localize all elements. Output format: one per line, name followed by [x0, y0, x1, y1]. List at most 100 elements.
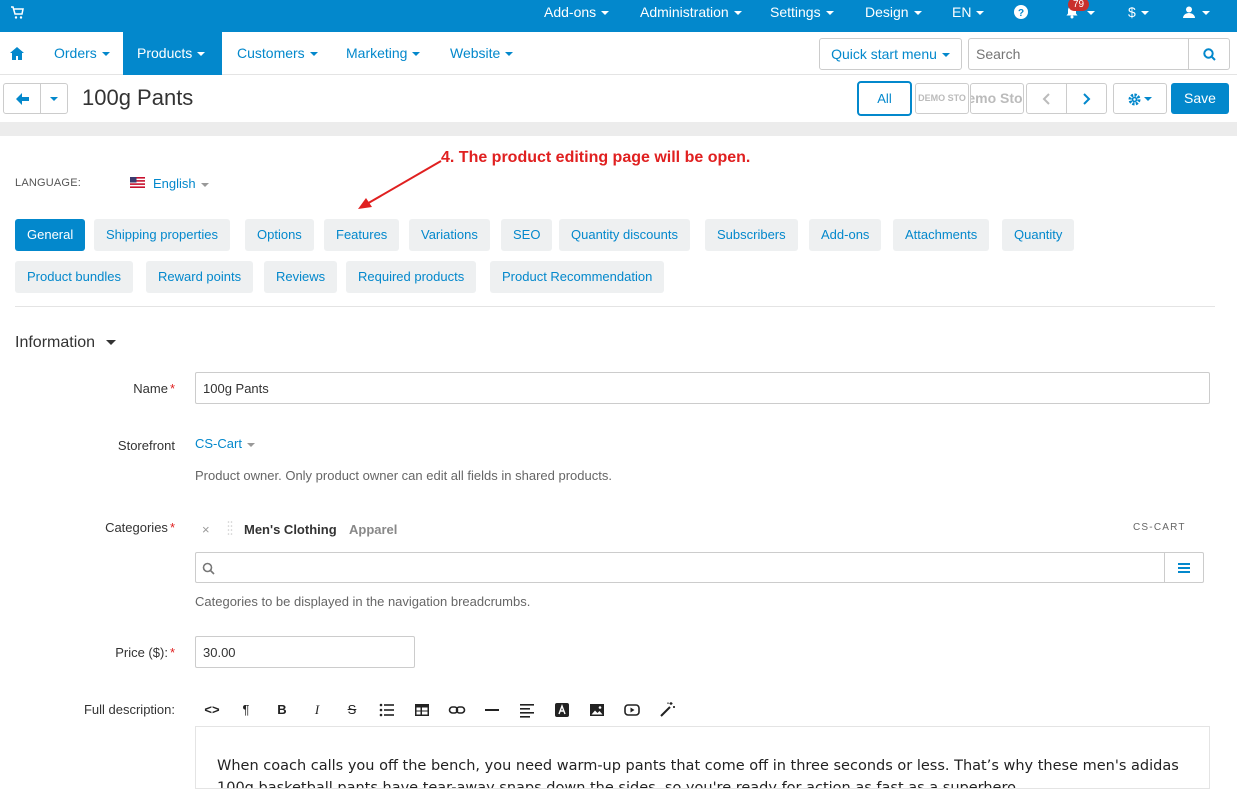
font-color-icon[interactable]: [551, 699, 573, 721]
nav-orders[interactable]: Orders: [40, 32, 124, 75]
category-name: Men's Clothing: [244, 522, 337, 537]
topnav-settings[interactable]: Settings: [770, 0, 834, 25]
search-icon: [1203, 48, 1216, 61]
tab-attachments[interactable]: Attachments: [893, 219, 990, 251]
search-button[interactable]: [1188, 38, 1230, 70]
cart-icon[interactable]: [10, 6, 24, 20]
code-view-icon[interactable]: <>: [201, 699, 223, 721]
home-icon[interactable]: [10, 47, 24, 60]
category-parent: Apparel: [349, 522, 398, 537]
unordered-list-icon[interactable]: [376, 699, 398, 721]
nav-marketing[interactable]: Marketing: [332, 32, 434, 75]
top-bar: Add-ons Administration Settings Design E…: [0, 0, 1237, 32]
italic-icon[interactable]: I: [306, 699, 328, 721]
list-icon: [1178, 563, 1190, 573]
paragraph-icon[interactable]: ¶: [235, 699, 257, 721]
us-flag-icon: [130, 177, 145, 188]
tab-seo[interactable]: SEO: [501, 219, 553, 251]
gear-caret-icon: [1144, 97, 1152, 101]
tab-addons[interactable]: Add-ons: [809, 219, 882, 251]
svg-text:?: ?: [1018, 8, 1024, 19]
remove-category-icon[interactable]: ×: [202, 522, 210, 537]
settings-dropdown-button[interactable]: [1113, 83, 1167, 114]
tab-quantity[interactable]: Quantity: [1002, 219, 1075, 251]
drag-handle-icon[interactable]: [227, 520, 233, 538]
search-icon: [202, 562, 215, 575]
image-icon[interactable]: [586, 699, 608, 721]
category-store-tag: CS-CART: [1133, 522, 1186, 533]
full-description-label: Full description:: [83, 702, 175, 717]
help-icon[interactable]: ?: [1014, 5, 1028, 19]
tab-options[interactable]: Options: [245, 219, 314, 251]
quick-start-menu-button[interactable]: Quick start menu: [819, 38, 962, 70]
table-icon[interactable]: [411, 699, 433, 721]
nav-products[interactable]: Products: [123, 32, 222, 75]
topnav-language[interactable]: EN: [952, 0, 985, 25]
bold-icon[interactable]: B: [271, 699, 293, 721]
bell-caret-icon[interactable]: [1087, 11, 1095, 15]
video-icon[interactable]: [621, 699, 643, 721]
header-divider: [0, 122, 1237, 136]
description-editor[interactable]: When coach calls you off the bench, you …: [195, 727, 1210, 789]
storefront-demo-store-button[interactable]: DEMO STO: [915, 83, 969, 114]
tab-product-bundles[interactable]: Product bundles: [15, 261, 133, 293]
previous-product-button[interactable]: [1026, 83, 1067, 114]
editor-toolbar: <> ¶ B I S: [195, 692, 1210, 727]
tab-product-recommendation[interactable]: Product Recommendation: [490, 261, 665, 293]
search-input[interactable]: [968, 38, 1189, 70]
gear-icon: [1128, 93, 1141, 106]
tab-reward-points[interactable]: Reward points: [146, 261, 254, 293]
topnav-currency[interactable]: $: [1128, 0, 1149, 25]
chevron-left-icon: [1042, 93, 1050, 105]
user-caret-icon[interactable]: [1202, 11, 1210, 15]
tab-quantity-discounts[interactable]: Quantity discounts: [559, 219, 690, 251]
user-icon[interactable]: [1182, 5, 1196, 19]
page-title: 100g Pants: [82, 85, 194, 110]
name-input[interactable]: [195, 372, 1210, 404]
horizontal-rule-icon[interactable]: [481, 699, 503, 721]
category-picker-button[interactable]: [1164, 552, 1204, 583]
storefront-selector[interactable]: CS-Cart: [195, 436, 255, 451]
align-icon[interactable]: [516, 699, 538, 721]
storefront-help-text: Product owner. Only product owner can ed…: [195, 468, 612, 483]
storefront-demo-store-2-button[interactable]: emo Sto: [970, 83, 1024, 114]
category-search-input[interactable]: [195, 552, 1165, 583]
magic-wand-icon[interactable]: [656, 699, 678, 721]
price-input[interactable]: [195, 636, 415, 668]
annotation-text: 4. The product editing page will be open…: [441, 149, 751, 166]
tab-subscribers[interactable]: Subscribers: [705, 219, 798, 251]
tab-shipping-properties[interactable]: Shipping properties: [94, 219, 231, 251]
categories-help-text: Categories to be displayed in the naviga…: [195, 594, 531, 609]
tab-required-products[interactable]: Required products: [346, 261, 477, 293]
categories-label: Categories *: [105, 520, 175, 535]
tab-general[interactable]: General: [15, 219, 86, 251]
main-content: 4. The product editing page will be open…: [0, 136, 1237, 789]
topnav-administration[interactable]: Administration: [640, 0, 742, 25]
link-icon[interactable]: [446, 699, 468, 721]
storefront-all-button[interactable]: All: [857, 81, 912, 116]
annotation-arrow: [358, 160, 442, 209]
section-information-toggle[interactable]: Information: [15, 334, 117, 352]
storefront-label: Storefront: [117, 438, 175, 453]
tab-reviews[interactable]: Reviews: [264, 261, 338, 293]
chevron-right-icon: [1083, 93, 1091, 105]
tab-features[interactable]: Features: [324, 219, 400, 251]
language-label: LANGUAGE:: [15, 177, 81, 189]
topnav-addons[interactable]: Add-ons: [544, 0, 610, 25]
nav-website[interactable]: Website: [436, 32, 527, 75]
nav-customers[interactable]: Customers: [223, 32, 332, 75]
strikethrough-icon[interactable]: S: [341, 699, 363, 721]
notification-badge: 79: [1068, 0, 1090, 11]
title-bar: 100g Pants All DEMO STO emo Sto Save: [0, 75, 1237, 122]
tab-variations[interactable]: Variations: [409, 219, 490, 251]
save-button[interactable]: Save: [1171, 83, 1229, 114]
name-label: Name *: [133, 381, 175, 396]
main-navbar: Orders Products Customers Marketing Webs…: [0, 32, 1237, 75]
back-button[interactable]: [3, 83, 41, 114]
topnav-design[interactable]: Design: [865, 0, 922, 25]
chevron-down-icon: [50, 97, 58, 101]
language-selector[interactable]: English: [153, 176, 209, 191]
next-product-button[interactable]: [1066, 83, 1107, 114]
price-label: Price ($): *: [115, 645, 175, 660]
back-dropdown-button[interactable]: [40, 83, 68, 114]
